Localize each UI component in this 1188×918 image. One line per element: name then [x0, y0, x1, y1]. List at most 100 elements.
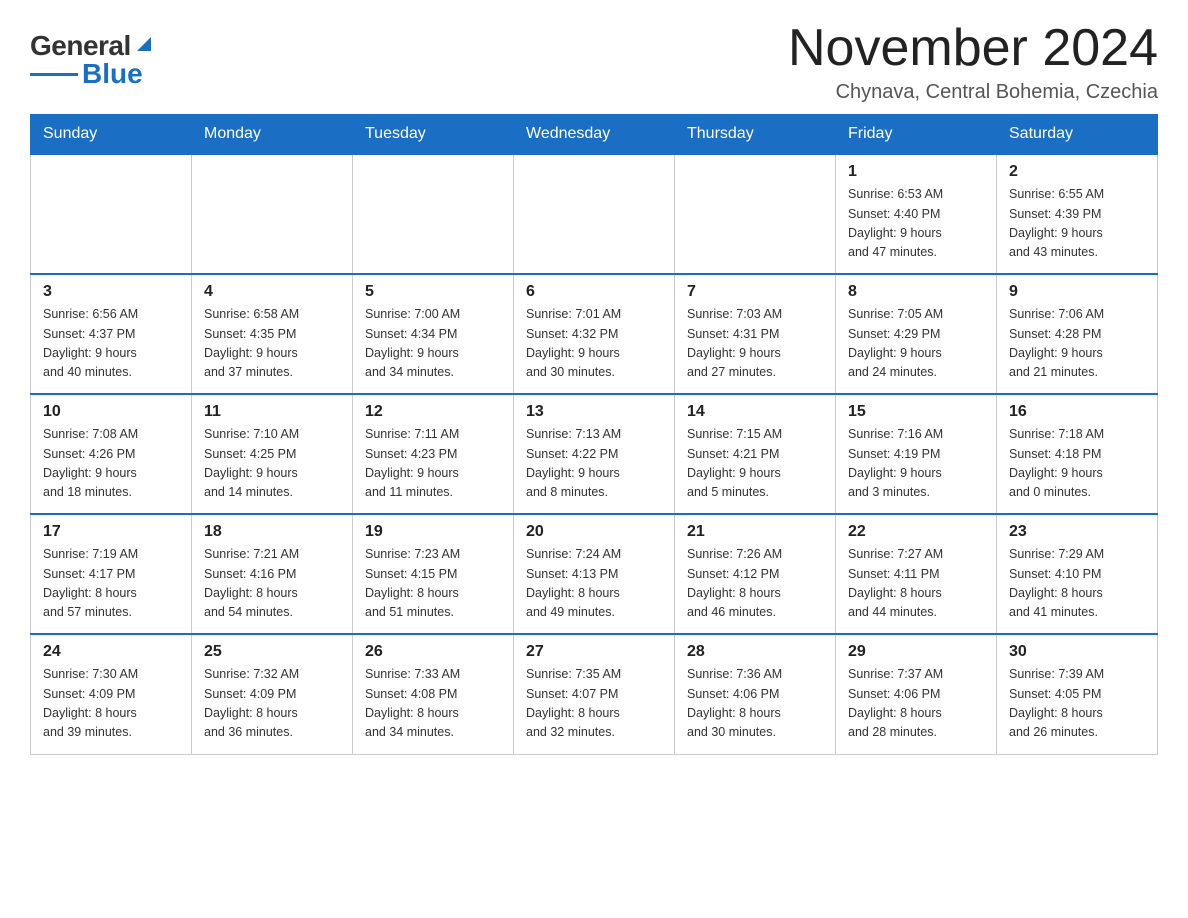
calendar-cell: 18 Sunrise: 7:21 AM Sunset: 4:16 PM Dayli… [192, 514, 353, 634]
calendar-cell: 30 Sunrise: 7:39 AM Sunset: 4:05 PM Dayli… [997, 634, 1158, 754]
calendar-cell [192, 154, 353, 274]
day-number: 16 [1009, 403, 1145, 421]
page-header: General Blue November 2024 Chynava, Cent… [30, 20, 1158, 104]
weekday-header-row: SundayMondayTuesdayWednesdayThursdayFrid… [31, 115, 1158, 155]
weekday-header-tuesday: Tuesday [353, 115, 514, 155]
calendar-cell: 8Sunrise: 7:05 AM Sunset: 4:29 PM Daylig… [836, 274, 997, 394]
calendar-cell [514, 154, 675, 274]
calendar-cell: 4 Sunrise: 6:58 AM Sunset: 4:35 PM Daylig… [192, 274, 353, 394]
day-number: 22 [848, 523, 984, 541]
calendar-cell: 15 Sunrise: 7:16 AM Sunset: 4:19 PM Dayli… [836, 394, 997, 514]
calendar-cell: 21 Sunrise: 7:26 AM Sunset: 4:12 PM Dayli… [675, 514, 836, 634]
logo-blue-text: Blue [82, 58, 143, 90]
day-number: 2 [1009, 163, 1145, 181]
day-info: Sunrise: 7:35 AM Sunset: 4:07 PM Dayligh… [526, 665, 662, 743]
day-info: Sunrise: 7:06 AM Sunset: 4:28 PM Dayligh… [1009, 305, 1145, 383]
weekday-header-thursday: Thursday [675, 115, 836, 155]
calendar-week-row: 17Sunrise: 7:19 AM Sunset: 4:17 PM Dayli… [31, 514, 1158, 634]
day-number: 15 [848, 403, 984, 421]
day-number: 25 [204, 643, 340, 661]
calendar-cell: 29 Sunrise: 7:37 AM Sunset: 4:06 PM Dayli… [836, 634, 997, 754]
day-number: 7 [687, 283, 823, 301]
day-number: 6 [526, 283, 662, 301]
calendar-cell: 22 Sunrise: 7:27 AM Sunset: 4:11 PM Dayli… [836, 514, 997, 634]
day-info: Sunrise: 7:00 AM Sunset: 4:34 PM Dayligh… [365, 305, 501, 383]
day-info: Sunrise: 7:36 AM Sunset: 4:06 PM Dayligh… [687, 665, 823, 743]
calendar-cell: 26Sunrise: 7:33 AM Sunset: 4:08 PM Dayli… [353, 634, 514, 754]
calendar-week-row: 10Sunrise: 7:08 AM Sunset: 4:26 PM Dayli… [31, 394, 1158, 514]
calendar-cell: 3Sunrise: 6:56 AM Sunset: 4:37 PM Daylig… [31, 274, 192, 394]
calendar-cell: 11Sunrise: 7:10 AM Sunset: 4:25 PM Dayli… [192, 394, 353, 514]
calendar-cell: 17Sunrise: 7:19 AM Sunset: 4:17 PM Dayli… [31, 514, 192, 634]
calendar-week-row: 3Sunrise: 6:56 AM Sunset: 4:37 PM Daylig… [31, 274, 1158, 394]
calendar-week-row: 1Sunrise: 6:53 AM Sunset: 4:40 PM Daylig… [31, 154, 1158, 274]
title-area: November 2024 Chynava, Central Bohemia, … [788, 20, 1158, 104]
day-number: 18 [204, 523, 340, 541]
day-info: Sunrise: 7:37 AM Sunset: 4:06 PM Dayligh… [848, 665, 984, 743]
day-number: 1 [848, 163, 984, 181]
day-info: Sunrise: 7:32 AM Sunset: 4:09 PM Dayligh… [204, 665, 340, 743]
day-info: Sunrise: 6:55 AM Sunset: 4:39 PM Dayligh… [1009, 185, 1145, 263]
day-number: 24 [43, 643, 179, 661]
day-info: Sunrise: 7:11 AM Sunset: 4:23 PM Dayligh… [365, 425, 501, 503]
day-info: Sunrise: 7:18 AM Sunset: 4:18 PM Dayligh… [1009, 425, 1145, 503]
day-info: Sunrise: 7:08 AM Sunset: 4:26 PM Dayligh… [43, 425, 179, 503]
calendar-cell: 5 Sunrise: 7:00 AM Sunset: 4:34 PM Daylig… [353, 274, 514, 394]
calendar-cell: 7Sunrise: 7:03 AM Sunset: 4:31 PM Daylig… [675, 274, 836, 394]
day-number: 19 [365, 523, 501, 541]
calendar-cell: 27 Sunrise: 7:35 AM Sunset: 4:07 PM Dayli… [514, 634, 675, 754]
day-info: Sunrise: 7:21 AM Sunset: 4:16 PM Dayligh… [204, 545, 340, 623]
calendar-cell [675, 154, 836, 274]
calendar-cell: 13 Sunrise: 7:13 AM Sunset: 4:22 PM Dayli… [514, 394, 675, 514]
calendar-cell: 14Sunrise: 7:15 AM Sunset: 4:21 PM Dayli… [675, 394, 836, 514]
day-info: Sunrise: 7:15 AM Sunset: 4:21 PM Dayligh… [687, 425, 823, 503]
weekday-header-saturday: Saturday [997, 115, 1158, 155]
day-number: 11 [204, 403, 340, 421]
calendar-cell: 28 Sunrise: 7:36 AM Sunset: 4:06 PM Dayli… [675, 634, 836, 754]
day-number: 29 [848, 643, 984, 661]
day-info: Sunrise: 7:29 AM Sunset: 4:10 PM Dayligh… [1009, 545, 1145, 623]
calendar-cell: 24 Sunrise: 7:30 AM Sunset: 4:09 PM Dayli… [31, 634, 192, 754]
calendar-cell: 12 Sunrise: 7:11 AM Sunset: 4:23 PM Dayli… [353, 394, 514, 514]
day-info: Sunrise: 7:26 AM Sunset: 4:12 PM Dayligh… [687, 545, 823, 623]
day-number: 23 [1009, 523, 1145, 541]
month-title: November 2024 [788, 20, 1158, 77]
day-info: Sunrise: 7:16 AM Sunset: 4:19 PM Dayligh… [848, 425, 984, 503]
calendar-week-row: 24 Sunrise: 7:30 AM Sunset: 4:09 PM Dayli… [31, 634, 1158, 754]
calendar-cell: 25 Sunrise: 7:32 AM Sunset: 4:09 PM Dayli… [192, 634, 353, 754]
calendar-cell: 20 Sunrise: 7:24 AM Sunset: 4:13 PM Dayli… [514, 514, 675, 634]
day-number: 27 [526, 643, 662, 661]
day-info: Sunrise: 7:39 AM Sunset: 4:05 PM Dayligh… [1009, 665, 1145, 743]
calendar-cell: 6 Sunrise: 7:01 AM Sunset: 4:32 PM Daylig… [514, 274, 675, 394]
day-number: 30 [1009, 643, 1145, 661]
weekday-header-sunday: Sunday [31, 115, 192, 155]
location-title: Chynava, Central Bohemia, Czechia [788, 81, 1158, 104]
day-info: Sunrise: 7:30 AM Sunset: 4:09 PM Dayligh… [43, 665, 179, 743]
day-number: 12 [365, 403, 501, 421]
calendar-cell: 23 Sunrise: 7:29 AM Sunset: 4:10 PM Dayli… [997, 514, 1158, 634]
calendar-cell: 9Sunrise: 7:06 AM Sunset: 4:28 PM Daylig… [997, 274, 1158, 394]
day-number: 21 [687, 523, 823, 541]
day-number: 4 [204, 283, 340, 301]
day-info: Sunrise: 6:56 AM Sunset: 4:37 PM Dayligh… [43, 305, 179, 383]
day-info: Sunrise: 7:19 AM Sunset: 4:17 PM Dayligh… [43, 545, 179, 623]
day-info: Sunrise: 7:01 AM Sunset: 4:32 PM Dayligh… [526, 305, 662, 383]
day-number: 13 [526, 403, 662, 421]
day-info: Sunrise: 7:27 AM Sunset: 4:11 PM Dayligh… [848, 545, 984, 623]
day-number: 28 [687, 643, 823, 661]
day-info: Sunrise: 7:13 AM Sunset: 4:22 PM Dayligh… [526, 425, 662, 503]
logo-underline [30, 73, 78, 76]
logo-triangle-icon [133, 33, 155, 55]
day-number: 5 [365, 283, 501, 301]
calendar-cell: 16 Sunrise: 7:18 AM Sunset: 4:18 PM Dayli… [997, 394, 1158, 514]
calendar-cell: 1Sunrise: 6:53 AM Sunset: 4:40 PM Daylig… [836, 154, 997, 274]
calendar-cell [31, 154, 192, 274]
day-info: Sunrise: 6:58 AM Sunset: 4:35 PM Dayligh… [204, 305, 340, 383]
day-number: 20 [526, 523, 662, 541]
day-info: Sunrise: 7:05 AM Sunset: 4:29 PM Dayligh… [848, 305, 984, 383]
calendar-table: SundayMondayTuesdayWednesdayThursdayFrid… [30, 114, 1158, 755]
calendar-cell: 10Sunrise: 7:08 AM Sunset: 4:26 PM Dayli… [31, 394, 192, 514]
day-info: Sunrise: 7:23 AM Sunset: 4:15 PM Dayligh… [365, 545, 501, 623]
calendar-cell: 19 Sunrise: 7:23 AM Sunset: 4:15 PM Dayli… [353, 514, 514, 634]
day-info: Sunrise: 7:24 AM Sunset: 4:13 PM Dayligh… [526, 545, 662, 623]
